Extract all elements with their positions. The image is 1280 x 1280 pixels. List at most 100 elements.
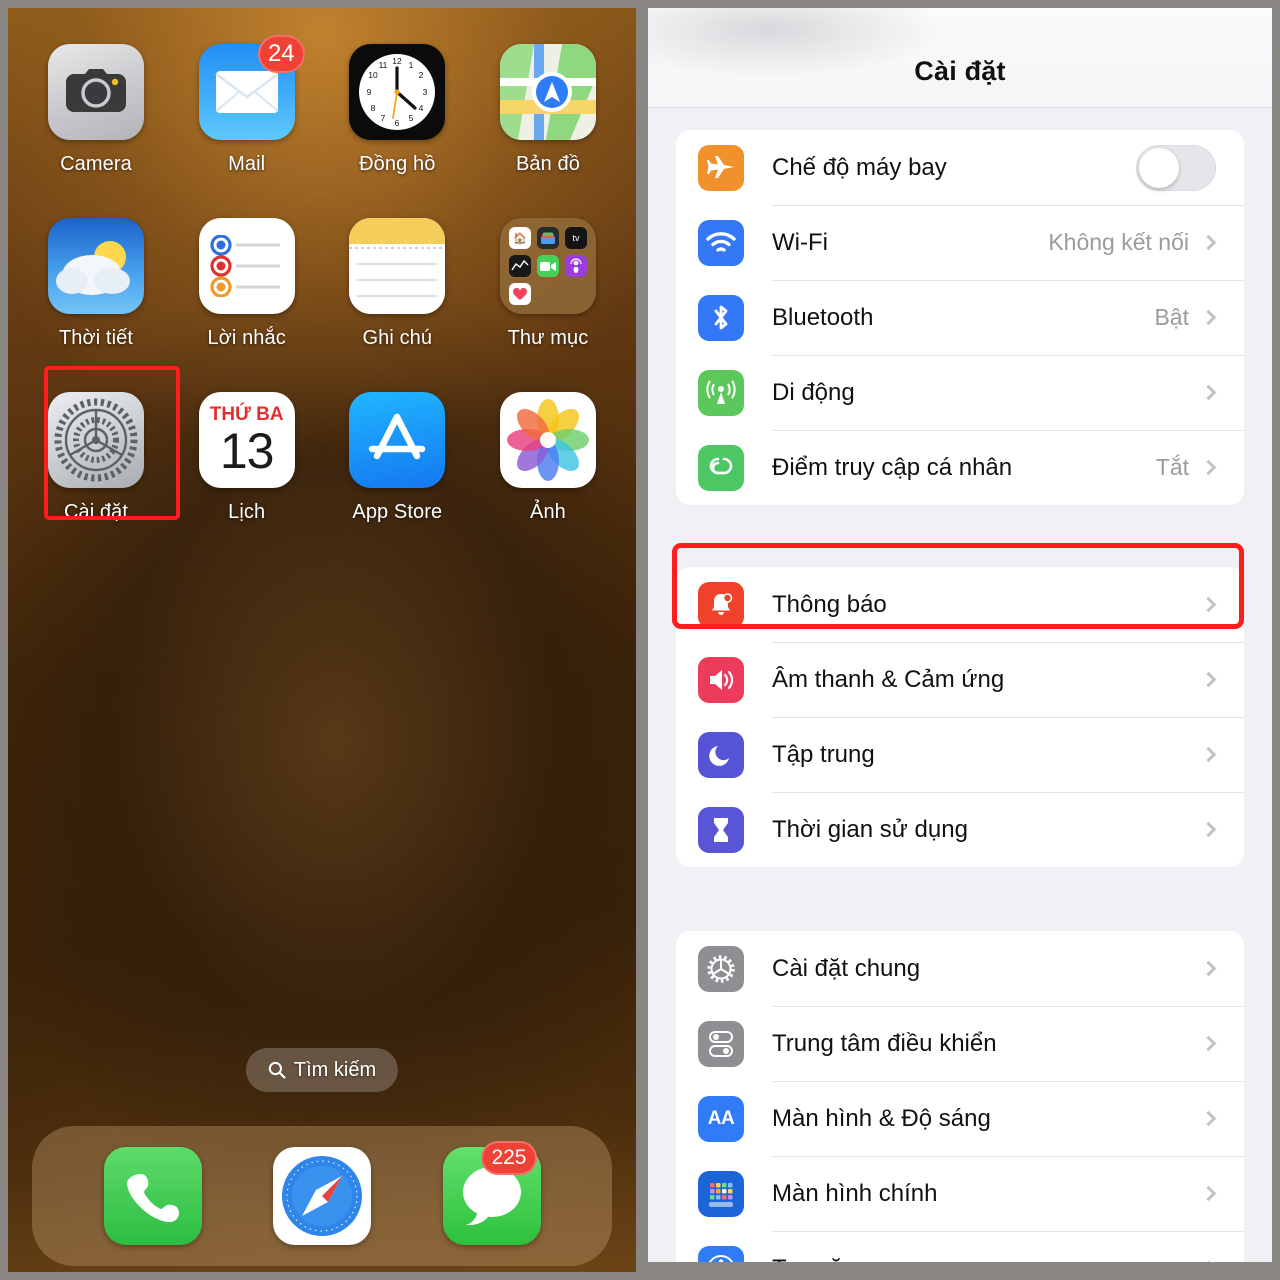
app-label: Thư mục — [507, 327, 589, 349]
hotspot-icon — [698, 444, 744, 491]
moon-icon — [698, 731, 744, 778]
phone-icon[interactable] — [103, 1147, 202, 1245]
settings-row-control-center[interactable]: Trung tâm điều khiển — [676, 1006, 1244, 1081]
app-settings[interactable]: Cài đặt — [36, 392, 156, 524]
dock-app-messages[interactable]: 225 — [442, 1141, 541, 1245]
app-mail[interactable]: 24 Mail — [187, 35, 307, 176]
photos-icon[interactable] — [499, 392, 596, 488]
settings-row-home-screen[interactable]: Màn hình chính — [676, 1156, 1244, 1231]
svg-text:2: 2 — [419, 70, 424, 80]
svg-text:5: 5 — [409, 113, 414, 123]
svg-text:6: 6 — [395, 118, 400, 128]
row-label: Trung tâm điều khiển — [772, 1029, 997, 1057]
settings-row-notifications[interactable]: Thông báo — [676, 567, 1244, 642]
facetime-app-mini-icon — [536, 255, 559, 277]
app-photos[interactable]: Ảnh — [488, 392, 608, 524]
app-row: Thời tiết Lời nhắc Ghi chú 🏠 tv Thư mục — [36, 218, 608, 350]
app-clock[interactable]: 12 1 2 345 678 9 10 11 Đồng hồ — [337, 44, 457, 176]
settings-row-wifi[interactable]: Wi-Fi Không kết nối — [676, 205, 1244, 280]
settings-app: Cài đặt Chế độ máy bay Wi-Fi Không kết n… — [648, 8, 1272, 1272]
settings-row-airplane-mode[interactable]: Chế độ máy bay — [676, 130, 1244, 205]
chevron-right-icon — [1200, 960, 1217, 977]
app-maps[interactable]: Bản đồ — [488, 44, 608, 176]
row-label: Âm thanh & Cảm ứng — [772, 665, 1005, 693]
speaker-icon — [698, 656, 744, 703]
app-label: Camera — [60, 153, 132, 175]
safari-icon[interactable] — [273, 1147, 371, 1245]
chevron-right-icon — [1200, 234, 1217, 251]
settings-group-notifications: Thông báo Âm thanh & Cảm ứng Tập trung T… — [676, 567, 1244, 867]
hourglass-icon — [698, 806, 744, 853]
display-aa-icon: AA — [698, 1095, 744, 1142]
settings-group-connectivity: Chế độ máy bay Wi-Fi Không kết nối Bluet… — [676, 130, 1244, 505]
app-weather[interactable]: Thời tiết — [36, 218, 156, 350]
settings-row-bluetooth[interactable]: Bluetooth Bật — [676, 280, 1244, 355]
bluetooth-icon — [698, 294, 744, 341]
row-label: Điểm truy cập cá nhân — [772, 453, 1013, 481]
podcasts-app-mini-icon — [564, 255, 587, 277]
settings-row-display-brightness[interactable]: AA Màn hình & Độ sáng — [676, 1081, 1244, 1156]
app-notes[interactable]: Ghi chú — [337, 218, 457, 350]
health-app-mini-icon — [508, 283, 531, 305]
airplane-mode-toggle[interactable] — [1136, 144, 1216, 191]
settings-row-personal-hotspot[interactable]: Điểm truy cập cá nhân Tắt — [676, 430, 1244, 505]
weather-icon[interactable] — [48, 218, 144, 314]
row-label: Màn hình chính — [772, 1179, 938, 1207]
svg-text:8: 8 — [371, 103, 376, 113]
row-label: Thông báo — [772, 590, 887, 618]
chevron-right-icon — [1200, 671, 1217, 688]
chevron-right-icon — [1200, 1185, 1217, 1202]
row-value: Bật — [1154, 304, 1189, 330]
row-label: Thời gian sử dụng — [772, 815, 968, 843]
app-label: Cài đặt — [63, 501, 129, 523]
folder-mini-grid: 🏠 tv — [508, 227, 587, 305]
settings-row-cellular[interactable]: Di động — [676, 355, 1244, 430]
svg-text:12: 12 — [393, 56, 403, 66]
airplane-icon — [698, 144, 744, 191]
row-label: Di động — [772, 378, 855, 406]
settings-row-sounds-haptics[interactable]: Âm thanh & Cảm ứng — [676, 642, 1244, 717]
settings-row-general[interactable]: Cài đặt chung — [676, 931, 1244, 1006]
ios-home-screen: Camera 24 Mail 12 1 2 3 4 5 6 7 8 9 10 1… — [8, 8, 636, 1272]
screenshot-root: Camera 24 Mail 12 1 2 3 4 5 6 7 8 9 10 1… — [0, 0, 1280, 1280]
app-row: Cài đặt THỨ BA 13 Lịch App Store Ảnh — [36, 392, 608, 524]
page-title: Cài đặt — [914, 56, 1006, 86]
settings-row-screen-time[interactable]: Thời gian sử dụng — [676, 792, 1244, 867]
chevron-right-icon — [1200, 1110, 1217, 1127]
dock: 225 — [32, 1126, 612, 1266]
app-folder[interactable]: 🏠 tv Thư mục — [488, 218, 608, 350]
search-label: Tìm kiếm — [293, 1058, 377, 1081]
settings-row-focus[interactable]: Tập trung — [676, 717, 1244, 792]
app-label: Ảnh — [530, 501, 566, 523]
maps-icon[interactable] — [499, 44, 596, 140]
gear-icon — [698, 945, 744, 992]
search-pill[interactable]: Tìm kiếm — [245, 1048, 399, 1092]
calendar-icon[interactable]: THỨ BA 13 — [198, 392, 295, 488]
chevron-right-icon — [1200, 821, 1217, 838]
settings-gear-icon[interactable] — [48, 392, 144, 488]
notification-badge: 225 — [481, 1141, 537, 1175]
dock-app-safari[interactable] — [273, 1147, 371, 1245]
camera-icon[interactable] — [48, 44, 144, 140]
svg-text:9: 9 — [367, 87, 372, 97]
row-label: Bluetooth — [772, 303, 874, 331]
app-label: Lịch — [228, 501, 266, 523]
control-center-icon — [698, 1020, 744, 1067]
cellular-icon — [698, 369, 744, 416]
app-label: Lời nhắc — [207, 327, 286, 349]
notes-icon[interactable] — [349, 218, 446, 314]
appstore-icon[interactable] — [349, 392, 446, 488]
app-label: Đồng hồ — [359, 153, 436, 175]
app-camera[interactable]: Camera — [36, 44, 156, 176]
app-appstore[interactable]: App Store — [337, 392, 457, 524]
svg-text:4: 4 — [419, 103, 424, 113]
app-calendar[interactable]: THỨ BA 13 Lịch — [187, 392, 307, 524]
app-label: App Store — [352, 501, 443, 523]
svg-text:10: 10 — [369, 70, 379, 80]
folder-icon[interactable]: 🏠 tv — [499, 218, 596, 314]
reminders-icon[interactable] — [198, 218, 295, 314]
dock-app-phone[interactable] — [103, 1147, 202, 1245]
bell-icon — [698, 581, 744, 628]
clock-icon[interactable]: 12 1 2 345 678 9 10 11 — [349, 44, 446, 140]
app-reminders[interactable]: Lời nhắc — [187, 218, 307, 350]
